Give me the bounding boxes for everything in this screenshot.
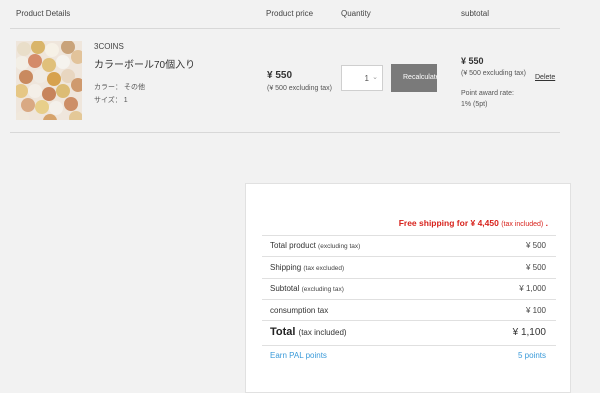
summary-value-shipping: ¥ 500 [525,263,546,272]
summary-label-consumption-tax: consumption tax [270,306,328,315]
quantity-value: 1 [364,74,369,83]
cart-table-header: Product Details Product price Quantity s… [0,0,600,28]
product-brand: 3COINS [94,42,124,51]
divider [262,345,556,346]
total-label-text: Total [270,326,296,338]
summary-value-consumption-tax: ¥ 100 [525,306,546,315]
summary-label-text: Total product [270,241,316,250]
summary-value-total-product: ¥ 500 [525,241,546,250]
summary-label-total-product: Total product (excluding tax) [270,241,360,250]
divider [262,256,556,257]
order-summary-panel: Free shipping for ¥ 4,450 (tax included)… [245,183,571,393]
summary-label-subtotal: Subtotal (excluding tax) [270,284,344,293]
divider [262,299,556,300]
header-subtotal: subtotal [461,9,490,18]
summary-label-note: (excluding tax) [318,243,361,250]
point-award-value: 1% (5pt) [461,101,488,108]
divider [10,132,560,133]
chevron-down-icon: ⌄ [372,74,378,81]
product-name[interactable]: カラーボール70個入り [94,56,195,71]
total-value: ¥ 1,100 [512,327,546,338]
summary-label-shipping: Shipping (tax excluded) [270,263,344,272]
divider [10,28,560,29]
header-product-details: Product Details [16,9,71,18]
divider [262,278,556,279]
earn-pal-points-link[interactable]: Earn PAL points [270,351,327,360]
subtotal-excl-tax: (¥ 500 excluding tax) [461,70,526,77]
divider [262,235,556,236]
summary-label-note: (excluding tax) [301,286,344,293]
point-award-rate: Point award rate: 1% (5pt) [461,88,514,110]
pal-points-value: 5 points [517,351,546,360]
free-shipping-text: Free shipping for ¥ 4,450 [398,218,499,228]
product-color-option: カラー： その他 [94,84,145,91]
delete-link[interactable]: Delete [535,74,555,81]
summary-label-text: consumption tax [270,306,329,315]
product-size-option: サイズ： 1 [94,97,128,104]
free-shipping-end: . [545,218,548,228]
point-award-label: Point award rate: [461,90,514,97]
product-price: ¥ 550 [267,70,293,81]
total-label: Total (tax included) [270,326,347,338]
recalculate-button[interactable]: Recalculate [391,64,437,92]
product-price-excl-tax: (¥ 500 excluding tax) [267,85,332,92]
summary-label-note: (tax excluded) [303,265,345,272]
free-shipping-note: (tax included) [501,221,544,228]
product-image[interactable] [16,41,82,120]
divider [262,320,556,321]
header-product-price: Product price [266,9,314,18]
free-shipping-notice: Free shipping for ¥ 4,450 (tax included)… [399,218,548,228]
quantity-select[interactable]: 1 ⌄ [341,65,383,91]
summary-label-text: Subtotal [270,284,300,293]
total-label-note: (tax included) [298,328,347,337]
header-quantity: Quantity [341,9,371,18]
summary-label-text: Shipping [270,263,302,272]
summary-value-subtotal: ¥ 1,000 [519,284,546,293]
subtotal-price: ¥ 550 [461,56,484,66]
